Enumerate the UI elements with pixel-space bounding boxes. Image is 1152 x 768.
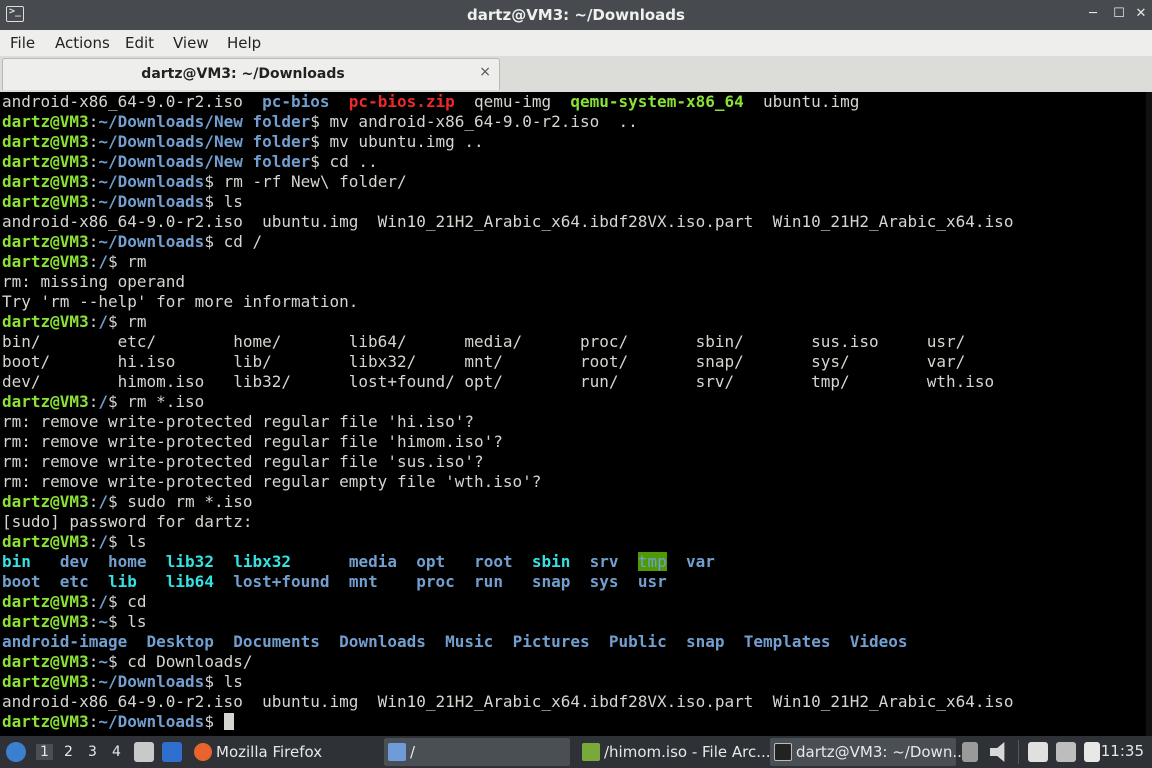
clock[interactable]: 11:35 — [1101, 742, 1144, 760]
terminal-line: rm: remove write-protected regular file … — [2, 452, 484, 471]
terminal-line: bin/ etc/ home/ lib64/ media/ proc/ sbin… — [2, 332, 966, 351]
tab-label: dartz@VM3: ~/Downloads — [141, 66, 345, 82]
tab-bar: dartz@VM3: ~/Downloads × — [0, 56, 1152, 92]
file-manager-launcher-icon[interactable] — [134, 742, 154, 762]
terminal-line: dartz@VM3:~$ cd Downloads/ — [2, 652, 253, 671]
close-button[interactable]: ✕ — [1132, 5, 1150, 23]
terminal-line: dartz@VM3:~/Downloads$ ls — [2, 672, 243, 691]
terminal-line: dartz@VM3:~/Downloads$ cd / — [2, 232, 263, 251]
menu-help[interactable]: Help — [227, 34, 261, 52]
terminal-line: rm: remove write-protected regular empty… — [2, 472, 542, 491]
terminal-line: dartz@VM3:~/Downloads$ rm -rf New\ folde… — [2, 172, 407, 191]
terminal-line: bin dev home lib32 libx32 media opt root… — [2, 552, 715, 571]
terminal-line: dartz@VM3:/$ rm *.iso — [2, 392, 205, 411]
workspace-1[interactable]: 1 — [36, 744, 53, 760]
terminal-line: Try 'rm --help' for more information. — [2, 292, 359, 311]
terminal-line: [sudo] password for dartz: — [2, 512, 253, 531]
terminal-line: dartz@VM3:~/Downloads/New folder$ mv ubu… — [2, 132, 484, 151]
terminal-line: rm: remove write-protected regular file … — [2, 412, 475, 431]
terminal-line: dartz@VM3:/$ cd — [2, 592, 147, 611]
show-desktop-icon[interactable] — [162, 742, 182, 762]
tab-close-icon[interactable]: × — [479, 64, 491, 80]
terminal-output[interactable]: android-x86_64-9.0-r2.iso pc-bios pc-bio… — [0, 92, 1152, 736]
tab-terminal[interactable]: dartz@VM3: ~/Downloads × — [2, 58, 500, 90]
window-titlebar[interactable]: dartz@VM3: ~/Downloads ─ ☐ ✕ — [0, 0, 1152, 30]
terminal-line: android-x86_64-9.0-r2.iso ubuntu.img Win… — [2, 692, 1014, 711]
task-file-manager[interactable]: / — [384, 738, 570, 766]
terminal-line: dartz@VM3:~/Downloads/New folder$ mv and… — [2, 112, 638, 131]
updates-icon[interactable] — [962, 742, 978, 762]
terminal-line: dartz@VM3:~/Downloads/New folder$ cd .. — [2, 152, 378, 171]
terminal-line: dartz@VM3:~$ ls — [2, 612, 147, 631]
terminal-line: boot/ hi.iso lib/ libx32/ mnt/ root/ sna… — [2, 352, 966, 371]
task-firefox[interactable]: Mozilla Firefox — [190, 738, 380, 766]
window-title: dartz@VM3: ~/Downloads — [467, 6, 685, 24]
workspace-3[interactable]: 3 — [88, 744, 97, 760]
minimize-button[interactable]: ─ — [1084, 5, 1102, 23]
start-menu-icon[interactable] — [6, 742, 26, 762]
terminal-line: dartz@VM3:/$ ls — [2, 532, 147, 551]
terminal-icon — [774, 743, 792, 761]
menu-actions[interactable]: Actions — [55, 34, 110, 52]
volume-icon[interactable] — [990, 742, 1005, 762]
terminal-line: rm: missing operand — [2, 272, 186, 291]
terminal-line: dartz@VM3:~/Downloads$ ls — [2, 192, 243, 211]
terminal-line: android-x86_64-9.0-r2.iso ubuntu.img Win… — [2, 212, 1014, 231]
terminal-line: dev/ himom.iso lib32/ lost+found/ opt/ r… — [2, 372, 995, 391]
terminal-line: android-x86_64-9.0-r2.iso pc-bios pc-bio… — [2, 92, 860, 111]
terminal-line: dartz@VM3:/$ rm — [2, 252, 147, 271]
notification-icon[interactable] — [1084, 742, 1100, 762]
menu-edit[interactable]: Edit — [125, 34, 154, 52]
terminal-line: boot etc lib lib64 lost+found mnt proc r… — [2, 572, 667, 591]
terminal-line: android-image Desktop Documents Download… — [2, 632, 908, 651]
menu-file[interactable]: File — [10, 34, 35, 52]
network-icon[interactable] — [1056, 742, 1076, 762]
maximize-button[interactable]: ☐ — [1110, 5, 1128, 23]
tray-separator — [1018, 740, 1019, 764]
menubar: File Actions Edit View Help — [0, 30, 1152, 56]
menu-view[interactable]: View — [173, 34, 209, 52]
workspace-4[interactable]: 4 — [112, 744, 121, 760]
taskbar: 1 2 3 4 Mozilla Firefox / /himom.iso - F… — [0, 736, 1152, 768]
folder-icon — [388, 743, 406, 761]
terminal-line: dartz@VM3:~/Downloads$ — [2, 712, 234, 732]
terminal-line: dartz@VM3:/$ sudo rm *.iso — [2, 492, 253, 511]
task-terminal[interactable]: dartz@VM3: ~/Down... — [770, 738, 967, 766]
terminal-line: rm: remove write-protected regular file … — [2, 432, 503, 451]
terminal-scrollbar[interactable] — [1146, 92, 1152, 736]
workspace-2[interactable]: 2 — [64, 744, 73, 760]
terminal-cursor — [223, 713, 234, 730]
firefox-icon — [194, 743, 212, 761]
clipboard-icon[interactable] — [1028, 742, 1048, 762]
archive-icon — [582, 743, 600, 761]
task-archive-manager[interactable]: /himom.iso - File Arc... — [578, 738, 771, 766]
terminal-line: dartz@VM3:/$ rm — [2, 312, 147, 331]
